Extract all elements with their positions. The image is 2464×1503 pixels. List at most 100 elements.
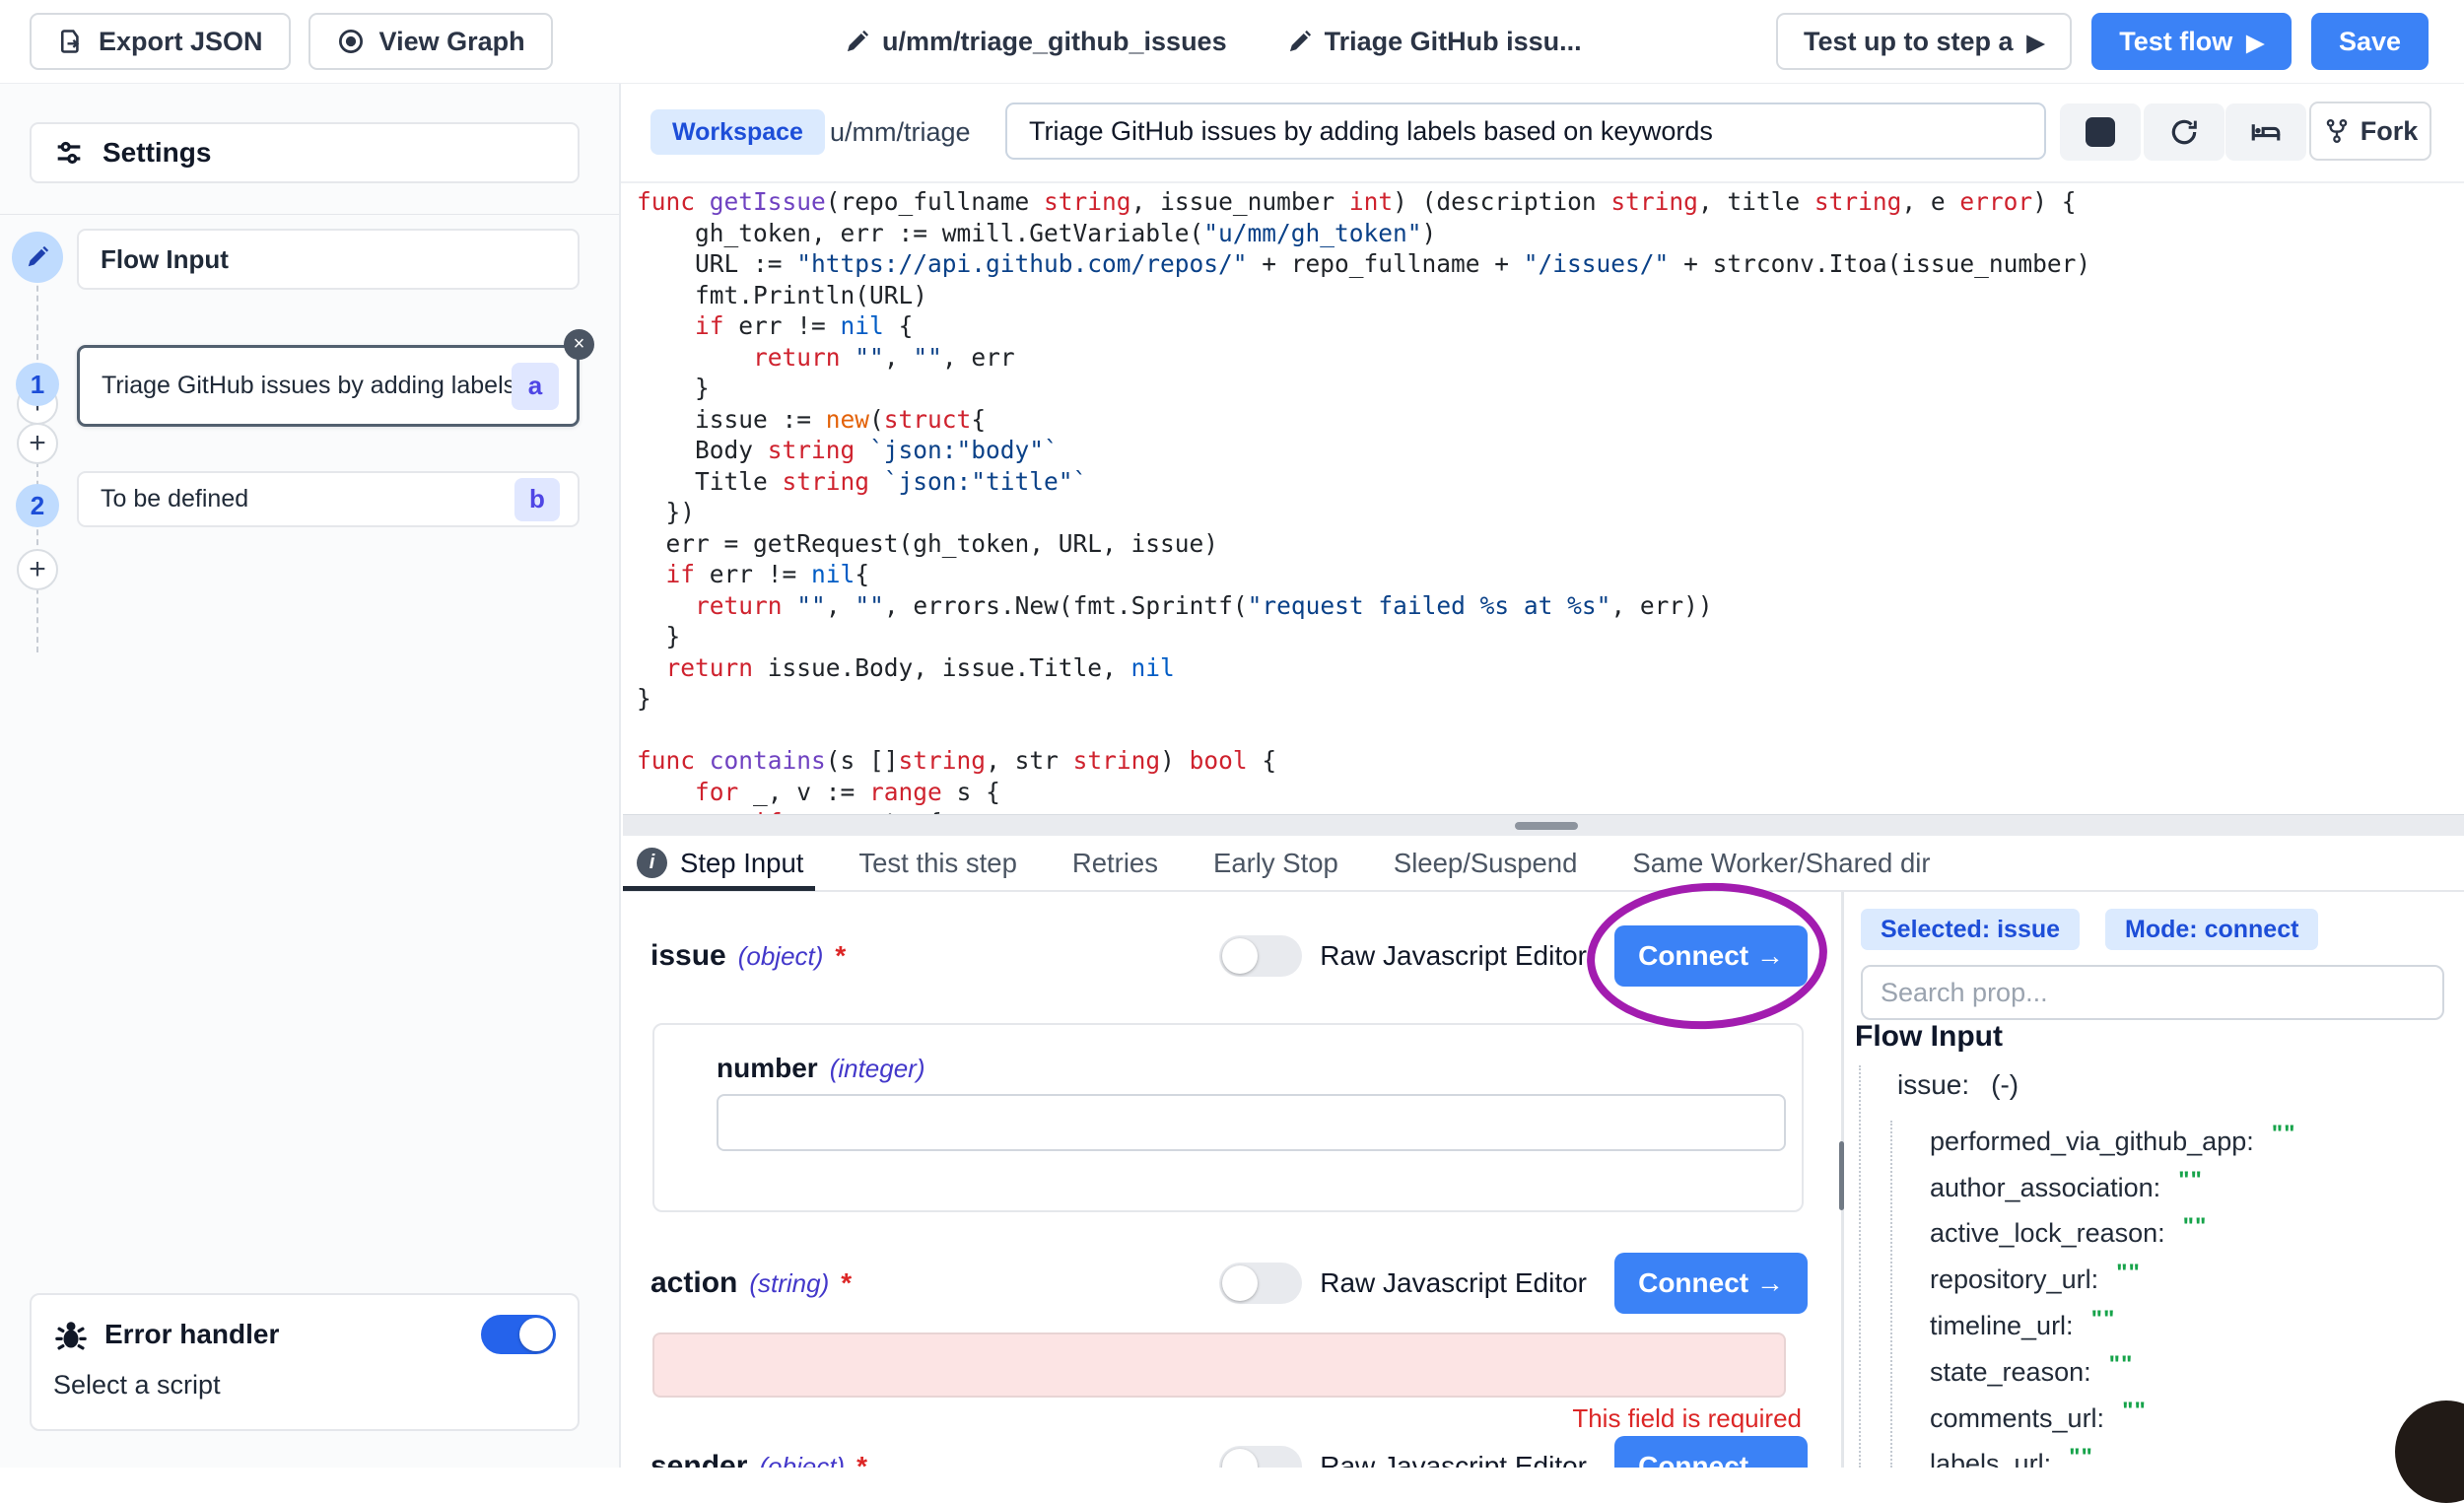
action-input-invalid[interactable]: [652, 1332, 1786, 1398]
breadcrumb-script-path[interactable]: u/mm/triage_github_issues: [844, 27, 1227, 57]
stop-button[interactable]: [2060, 103, 2141, 161]
connect-button-issue[interactable]: Connect →: [1614, 925, 1808, 987]
connect-label: Connect →: [1638, 1267, 1784, 1299]
connect-label: Connect →: [1638, 1451, 1784, 1468]
refresh-button[interactable]: [2144, 103, 2224, 161]
connect-button-sender[interactable]: Connect →: [1614, 1436, 1808, 1468]
tab-label: Step Input: [680, 848, 803, 879]
flow-summary-input[interactable]: [1005, 102, 2046, 160]
flow-path-label: u/mm/triage: [830, 83, 971, 181]
test-flow-label: Test flow: [2119, 27, 2232, 57]
prop-row[interactable]: active_lock_reason:"": [1930, 1211, 2464, 1258]
prop-row[interactable]: timeline_url:"": [1930, 1303, 2464, 1349]
prop-row[interactable]: performed_via_github_app:"": [1930, 1119, 2464, 1165]
required-asterisk: *: [856, 1451, 867, 1468]
test-up-to-step-button[interactable]: Test up to step a ▶: [1776, 13, 2072, 70]
plus-icon: +: [29, 553, 46, 586]
toggle-knob: [1222, 1265, 1258, 1301]
error-handler-toggle[interactable]: [481, 1315, 556, 1354]
step-number-label: 1: [31, 370, 44, 400]
git-fork-icon: [2323, 117, 2351, 145]
test-up-to-step-label: Test up to step a: [1804, 27, 2014, 57]
sidebar-divider: [0, 214, 619, 215]
fork-button[interactable]: Fork: [2309, 102, 2431, 161]
raw-js-toggle[interactable]: [1219, 1446, 1302, 1468]
splitter-handle[interactable]: [1515, 822, 1578, 830]
search-prop-input[interactable]: [1861, 965, 2444, 1020]
prop-value: "": [2183, 1213, 2208, 1241]
step-number-label: 2: [31, 491, 44, 521]
horizontal-splitter[interactable]: [623, 814, 2464, 837]
bed-icon: [2249, 115, 2283, 149]
sleep-button[interactable]: [2225, 103, 2306, 161]
code-line: if err != nil{: [637, 559, 2464, 590]
code-line: if v == str {: [637, 807, 2464, 814]
tab-step-input[interactable]: i Step Input: [637, 835, 803, 891]
code-editor[interactable]: func getIssue(repo_fullname string, issu…: [623, 181, 2464, 814]
export-json-label: Export JSON: [99, 27, 263, 57]
script-path-label: u/mm/triage_github_issues: [882, 27, 1227, 57]
prop-node-issue[interactable]: issue: (-): [1897, 1061, 2019, 1108]
prop-key: issue:: [1897, 1069, 1969, 1101]
field-type: (string): [749, 1268, 829, 1299]
step-node-1[interactable]: Triage GitHub issues by adding labels ..…: [77, 345, 580, 427]
export-json-button[interactable]: Export JSON: [30, 13, 291, 70]
add-step-button[interactable]: +: [17, 423, 58, 464]
tab-same-worker[interactable]: Same Worker/Shared dir: [1632, 835, 1930, 891]
error-handler-card[interactable]: Error handler Select a script: [30, 1293, 580, 1431]
plus-icon: +: [29, 427, 46, 460]
field-name: sender: [650, 1450, 747, 1468]
flow-input-node[interactable]: Flow Input: [77, 229, 580, 290]
test-flow-button[interactable]: Test flow ▶: [2091, 13, 2292, 70]
step-node-2[interactable]: To be defined b: [77, 471, 580, 527]
number-input[interactable]: [717, 1094, 1786, 1151]
field-type: (integer): [830, 1054, 925, 1084]
raw-js-toggle[interactable]: [1219, 935, 1302, 977]
prop-row[interactable]: state_reason:"": [1930, 1349, 2464, 1396]
breadcrumb: u/mm/triage_github_issues Triage GitHub …: [844, 0, 1582, 83]
sliders-icon: [53, 137, 85, 169]
export-icon: [57, 28, 85, 55]
code-line: err = getRequest(gh_token, URL, issue): [637, 528, 2464, 560]
prop-list: performed_via_github_app:""author_associ…: [1930, 1119, 2464, 1468]
prop-value: (-): [1991, 1069, 2019, 1101]
save-button[interactable]: Save: [2311, 13, 2429, 70]
connect-button-action[interactable]: Connect →: [1614, 1253, 1808, 1314]
field-label: sender (object) *: [650, 1450, 867, 1468]
tab-retries[interactable]: Retries: [1072, 835, 1158, 891]
flow-input-heading: Flow Input: [1855, 1020, 2003, 1054]
tree-indent-guide: [1890, 1121, 1892, 1468]
selected-badge: Selected: issue: [1861, 909, 2080, 950]
view-graph-button[interactable]: View Graph: [308, 13, 553, 70]
breadcrumb-flow-title[interactable]: Triage GitHub issu...: [1286, 27, 1582, 57]
prop-row[interactable]: repository_url:"": [1930, 1257, 2464, 1303]
tab-test-this-step[interactable]: Test this step: [858, 835, 1017, 891]
delete-step-button[interactable]: ×: [564, 329, 594, 360]
pencil-icon: [844, 29, 870, 55]
stop-icon: [2086, 117, 2115, 147]
step-2-id-badge: b: [514, 478, 560, 521]
tab-early-stop[interactable]: Early Stop: [1213, 835, 1338, 891]
prop-key: timeline_url:: [1930, 1311, 2074, 1341]
top-toolbar: Export JSON View Graph u/mm/triage_githu…: [0, 0, 2464, 84]
toolbar-left-group: Export JSON View Graph: [30, 13, 553, 70]
code-line: URL := "https://api.github.com/repos/" +…: [637, 248, 2464, 280]
toolbar-right-group: Test up to step a ▶ Test flow ▶ Save: [1776, 13, 2429, 70]
prop-row[interactable]: labels_url:"": [1930, 1442, 2464, 1468]
prop-row[interactable]: author_association:"": [1930, 1165, 2464, 1211]
prop-value: "": [2178, 1167, 2203, 1195]
flow-input-node-icon: [12, 232, 63, 283]
raw-js-toggle[interactable]: [1219, 1263, 1302, 1304]
step-tabs: i Step Input Test this step Retries Earl…: [623, 836, 2464, 892]
prop-value: "": [2122, 1398, 2147, 1425]
prop-key: comments_url:: [1930, 1403, 2104, 1434]
field-row-sender: sender (object) * Raw Javascript Editor …: [650, 1436, 1808, 1468]
field-type: (object): [738, 941, 824, 972]
prop-row[interactable]: comments_url: "": [1930, 1396, 2464, 1442]
step-number-2: 2: [16, 484, 59, 527]
settings-button[interactable]: Settings: [30, 122, 580, 183]
tab-sleep-suspend[interactable]: Sleep/Suspend: [1394, 835, 1578, 891]
fork-label: Fork: [2361, 116, 2419, 147]
add-step-button[interactable]: +: [17, 549, 58, 590]
code-line: return "", "", err: [637, 342, 2464, 374]
